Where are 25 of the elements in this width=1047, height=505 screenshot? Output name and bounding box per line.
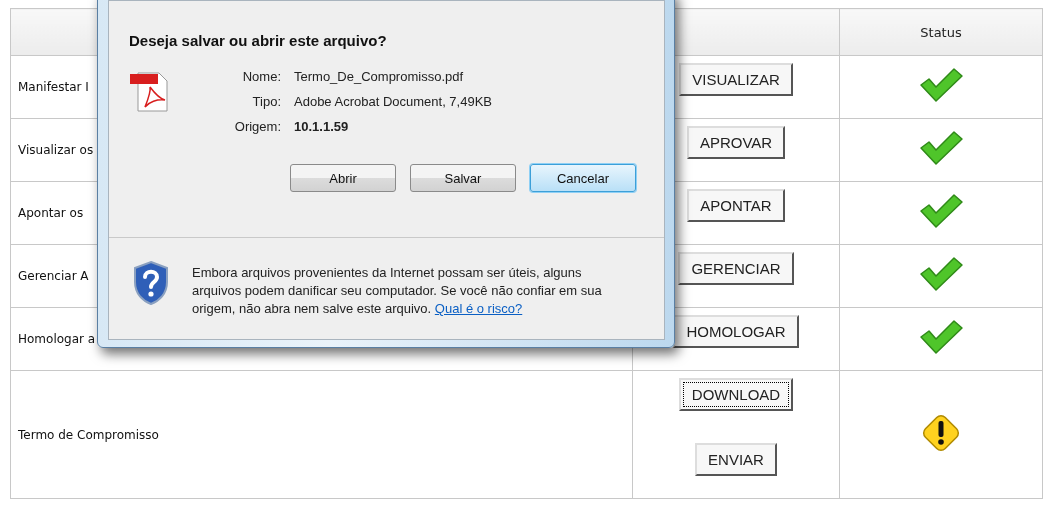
dialog-button[interactable]: Salvar — [410, 164, 516, 192]
check-icon — [918, 67, 964, 103]
dialog-button[interactable]: Cancelar — [530, 164, 636, 192]
action-button[interactable]: ENVIAR — [695, 443, 777, 476]
field-label: Nome: — [241, 69, 281, 84]
field-value: Termo_De_Compromisso.pdf — [294, 69, 465, 84]
action-button[interactable]: VISUALIZAR — [679, 63, 793, 96]
check-icon — [918, 130, 964, 166]
dialog-button[interactable]: Abrir — [290, 164, 396, 192]
dialog-title: Deseja salvar ou abrir este arquivo? — [129, 32, 388, 49]
field-label: Tipo: — [251, 94, 281, 109]
table-cell: Termo de Compromisso — [10, 370, 633, 499]
action-button[interactable]: APROVAR — [686, 126, 786, 159]
field-value: 10.1.1.59 — [294, 119, 350, 134]
check-icon — [918, 193, 964, 229]
action-button[interactable]: HOMOLOGAR — [673, 315, 799, 348]
check-icon — [918, 256, 964, 292]
action-button[interactable]: DOWNLOAD — [678, 378, 794, 411]
column-heading: Status — [920, 24, 962, 40]
shield-question-icon — [133, 260, 169, 306]
action-button[interactable]: APONTAR — [687, 189, 785, 222]
check-icon — [918, 319, 964, 355]
field-label: Origem: — [233, 119, 281, 134]
action-button[interactable]: GERENCIAR — [678, 252, 794, 285]
field-value: Adobe Acrobat Document, 7,49KB — [294, 94, 492, 109]
